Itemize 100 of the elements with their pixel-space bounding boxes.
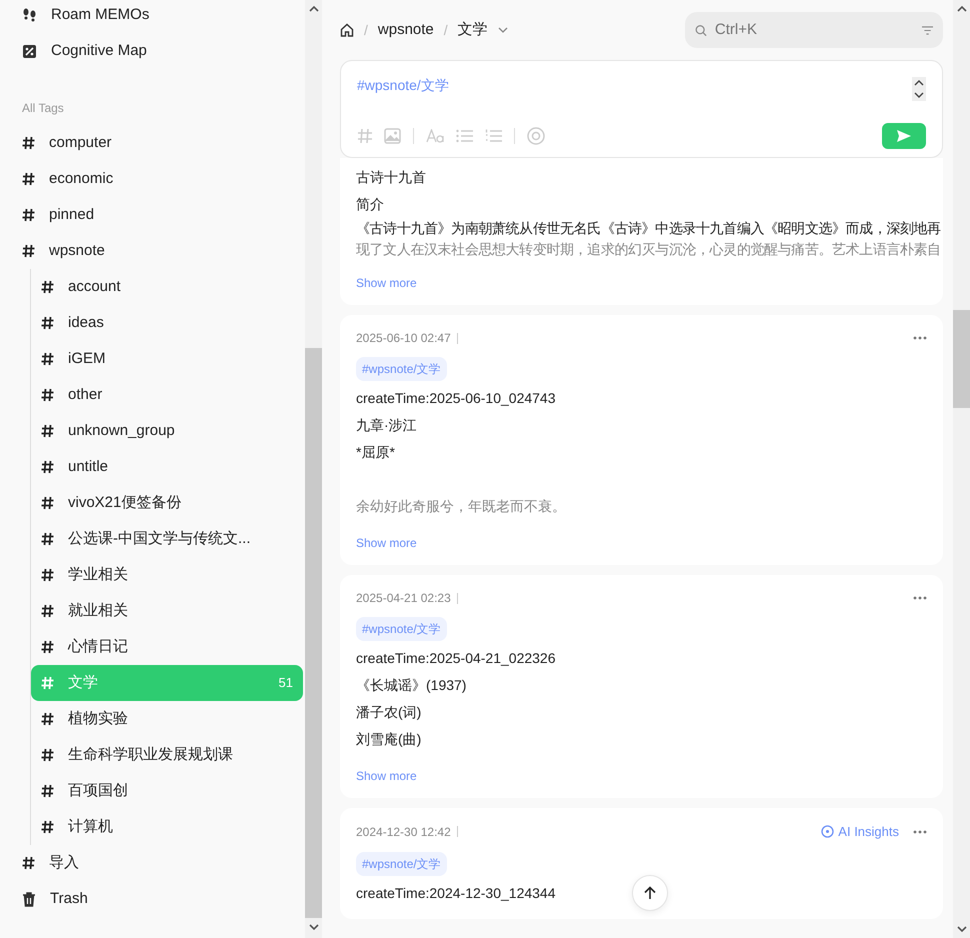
tag-label: 百项国创 [68,780,128,801]
hash-icon [41,424,54,438]
hash-icon [41,748,54,762]
tag-item[interactable]: 生命科学职业发展规划课 [31,737,303,773]
scrollbar-thumb[interactable] [953,310,970,408]
search-input[interactable]: Ctrl+K [712,18,916,42]
tag-label: untitle [68,456,108,477]
scroll-up-icon[interactable] [956,5,966,13]
hash-icon [41,532,54,546]
memo-text: 《长城谣》(1937) [356,676,466,695]
tag-label: 植物实验 [68,708,128,729]
memo-text: 九章·涉江 [356,416,417,435]
more-icon[interactable] [913,336,927,340]
tag-item[interactable]: account [31,269,303,305]
memo-text: 潘子农(词) [356,703,422,722]
hash-icon [41,820,54,834]
home-icon[interactable] [340,23,354,37]
memo-text: createTime:2025-06-10_024743 [356,389,556,408]
breadcrumb-link[interactable]: wpsnote [378,18,434,42]
tag-label: 学业相关 [68,564,128,585]
tag-item[interactable]: untitle [31,449,303,485]
tag-item[interactable]: ideas [31,305,303,341]
hash-icon [41,496,54,510]
memo-timestamp: 2024-12-30 12:42 [356,824,451,841]
trash-item[interactable]: Trash [12,881,303,917]
percent-box-icon [22,44,37,58]
footprints-icon [22,8,37,22]
memo-text: 简介 [356,195,384,214]
tag-item[interactable]: economic [12,161,303,197]
filter-icon[interactable] [922,24,933,36]
tag-label: iGEM [68,348,106,369]
tag-label: economic [49,168,114,189]
scroll-down-icon[interactable] [308,923,318,931]
tag-item[interactable]: other [31,377,303,413]
trash-icon [22,892,36,906]
more-icon[interactable] [913,596,927,600]
caret-icon[interactable] [498,27,508,33]
breadcrumb-separator: / [364,20,368,40]
search-field[interactable]: Ctrl+K [685,12,943,48]
scroll-down-icon[interactable] [914,91,924,99]
tag-item[interactable]: computer [12,125,303,161]
memo-timestamp: 2025-04-21 02:23 [356,590,451,607]
tag-item[interactable]: 学业相关 [31,557,303,593]
hash-icon [41,460,54,474]
memo-text: createTime:2025-04-21_022326 [356,649,556,668]
tag-item[interactable]: vivoX21便签备份 [31,485,303,521]
nav-item[interactable]: Roam MEMOs [12,0,303,33]
tag-item[interactable]: 导入 [12,845,303,881]
nav-label: Cognitive Map [51,40,147,61]
tag-label: computer [49,132,112,153]
hash-icon [41,568,54,582]
target-icon [821,825,834,838]
memo-text: 刘雪庵(曲) [356,730,422,749]
tag-count: 51 [278,674,293,692]
tag-label: 计算机 [68,816,113,837]
editor-text: #wpsnote/文学 [357,76,449,95]
scroll-up-icon[interactable] [914,79,924,87]
nav-item[interactable]: Cognitive Map [12,33,303,69]
tag-label: vivoX21便签备份 [68,492,182,513]
tag-item[interactable]: pinned [12,197,303,233]
hash-icon [22,172,35,186]
tag-label: 心情日记 [68,636,128,657]
tag-item[interactable]: 公选课-中国文学与传统文... [31,521,303,557]
tag-item[interactable]: 百项国创 [31,773,303,809]
hash-icon [41,280,54,294]
nav-label: Trash [50,888,88,909]
breadcrumb-link[interactable]: 文学 [458,18,488,42]
tag-item[interactable]: 就业相关 [31,593,303,629]
tag-item[interactable]: unknown_group [31,413,303,449]
memo-timestamp: 2025-06-10 02:47 [356,330,451,347]
arrow-up-icon [644,886,656,900]
section-heading: All Tags [21,100,65,117]
tag-label: 就业相关 [68,600,128,621]
memo-text: createTime:2024-12-30_124344 [356,884,556,903]
tag-label: 生命科学职业发展规划课 [68,744,233,765]
tag-label: unknown_group [68,420,175,441]
tag-label: 文学 [68,672,98,693]
more-icon[interactable] [913,830,927,834]
memo-text: 古诗十九首 [356,168,426,187]
tag-item[interactable]: iGEM [31,341,303,377]
tag-item[interactable]: 心情日记 [31,629,303,665]
memo-text: 现了文人在汉末社会思想大转变时期，追求的幻灭与沉沦，心灵的觉醒与痛苦。艺术上语言朴素自 [356,240,941,259]
hash-icon [41,676,54,690]
hash-icon [41,640,54,654]
memo-text: 余幼好此奇服兮，年既老而不衰。 [356,497,566,516]
scroll-down-icon[interactable] [956,925,966,933]
scrollbar-thumb[interactable] [305,348,322,918]
tag-item[interactable]: wpsnote [12,233,303,269]
tag-item[interactable]: 植物实验 [31,701,303,737]
memo-text: *屈原* [356,443,395,462]
scroll-up-icon[interactable] [308,5,318,13]
hash-icon [22,856,35,870]
hash-icon [41,784,54,798]
tag-label: 公选课-中国文学与传统文... [68,528,250,549]
breadcrumb-separator: / [444,20,448,40]
tag-label: pinned [49,204,94,225]
tag-item[interactable]: 计算机 [31,809,303,845]
tag-label: other [68,384,102,405]
hash-icon [41,316,54,330]
hash-icon [22,136,35,150]
